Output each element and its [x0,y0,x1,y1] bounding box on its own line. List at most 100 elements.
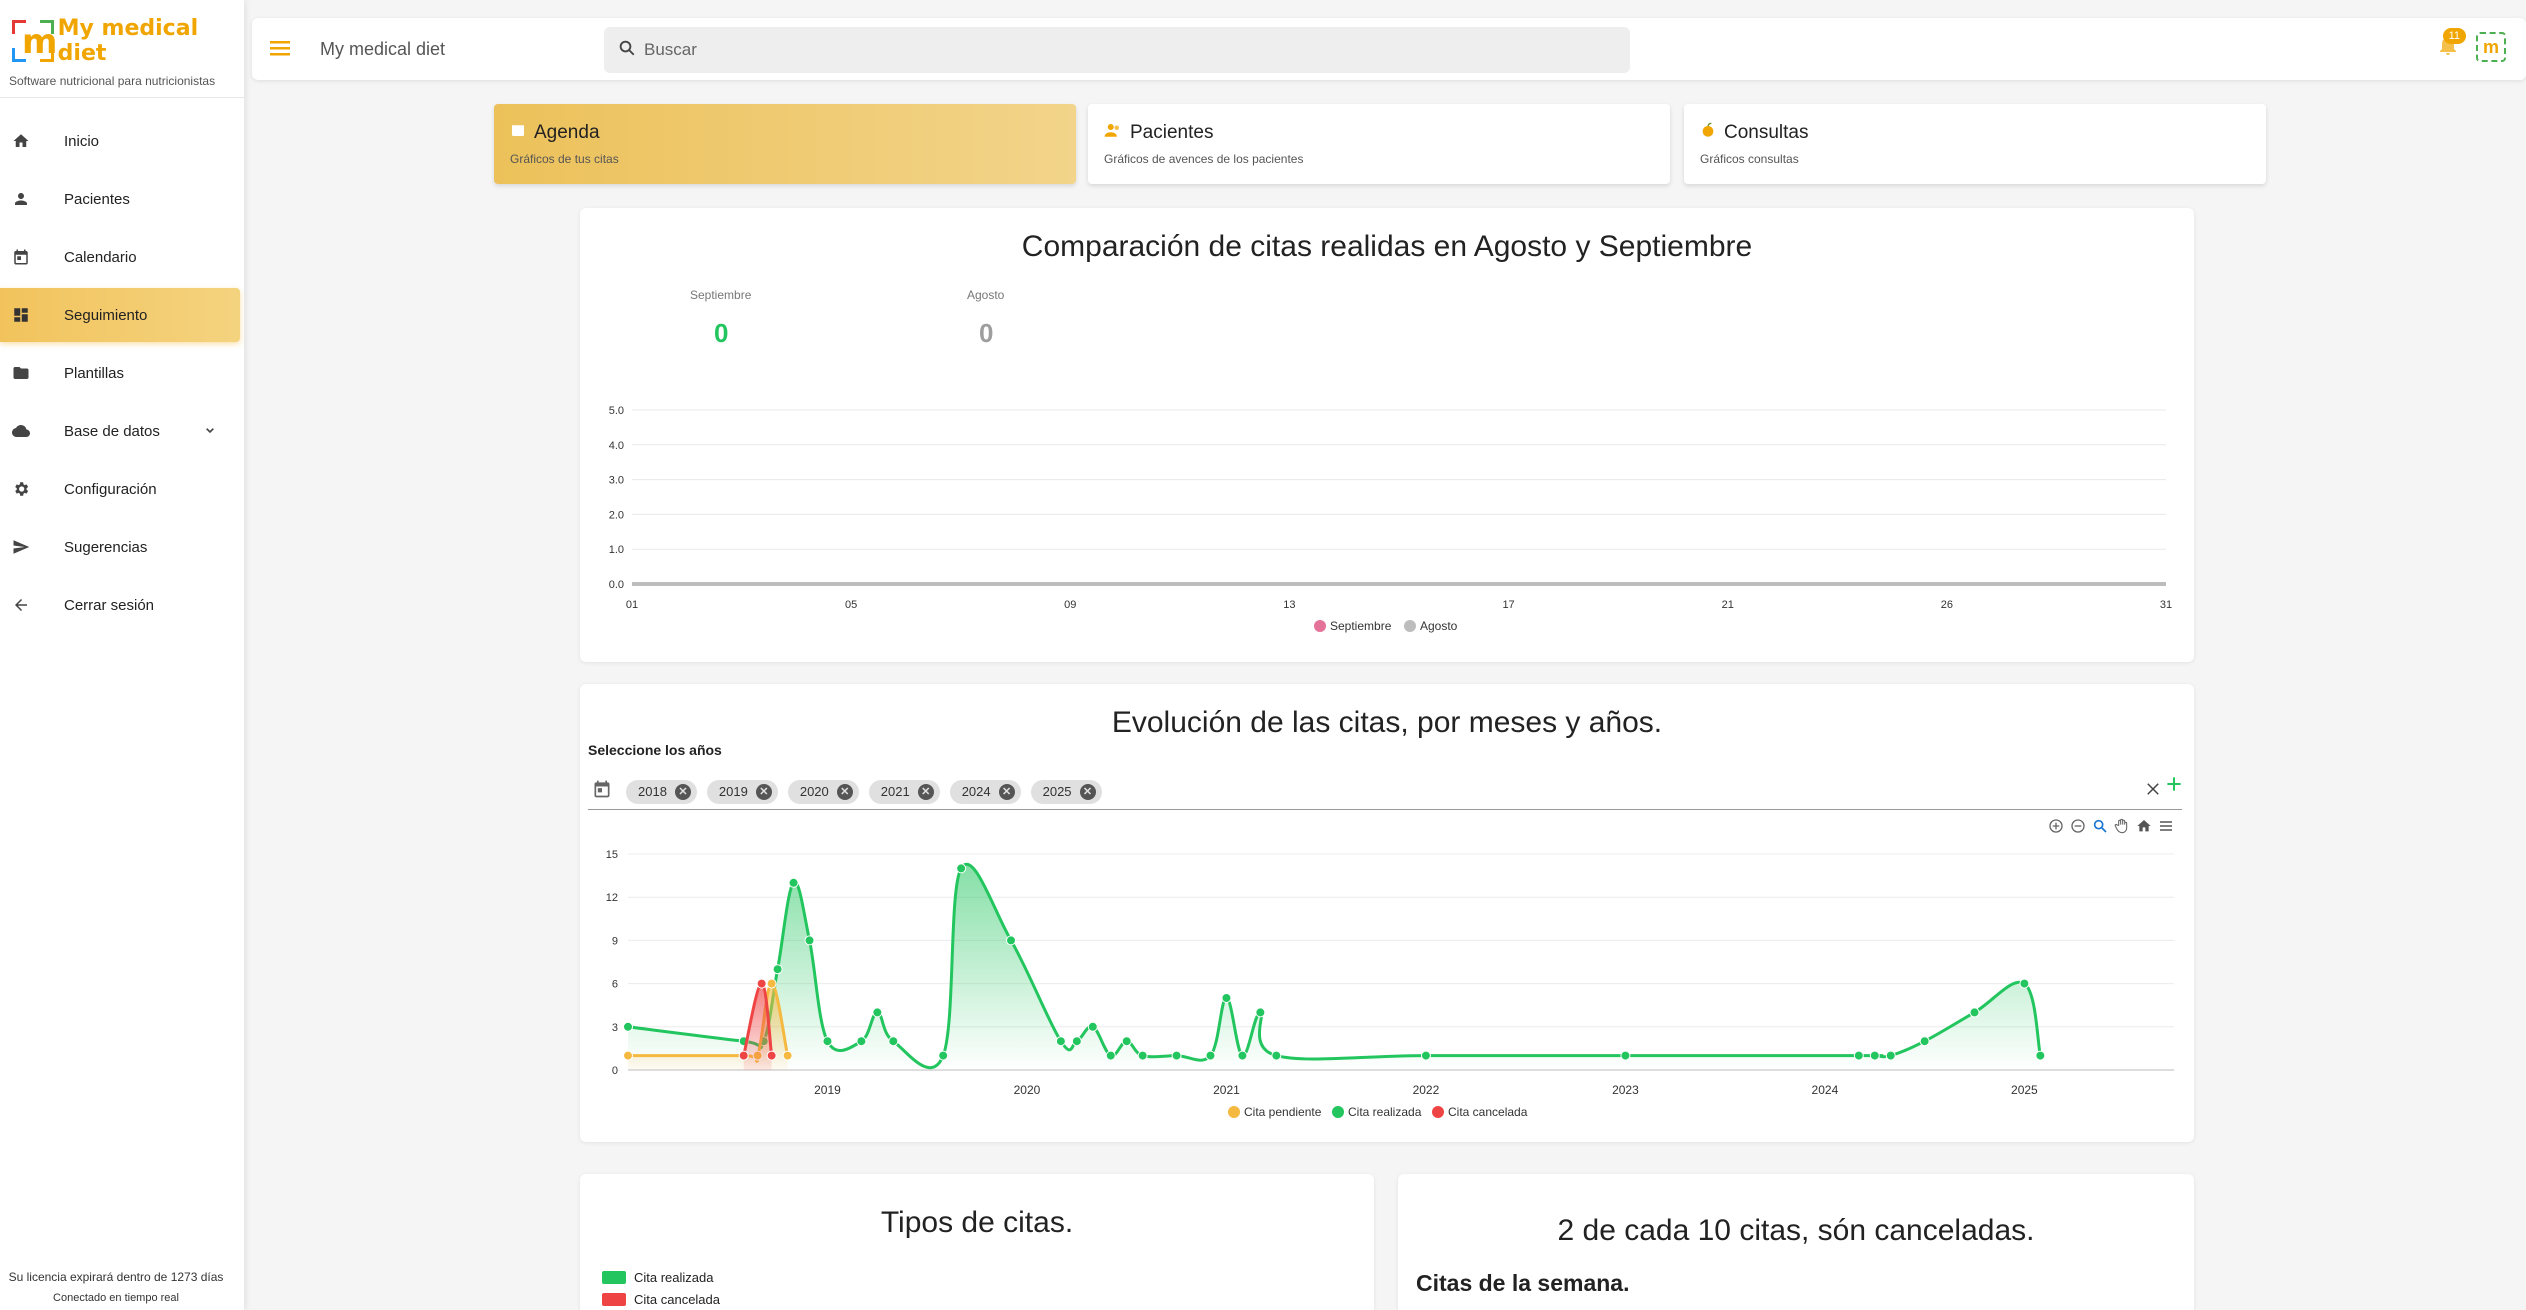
data-point [1969,1007,1980,1018]
data-point [1071,1036,1082,1047]
license-text: Su licencia expirará dentro de 1273 días [8,1270,224,1284]
legend-item[interactable]: Cita cancelada [602,1292,720,1307]
sidebar-item-label: Calendario [64,248,137,266]
sidebar-item-configuracion[interactable]: Configuración [0,462,244,516]
data-point [766,978,777,989]
legend-label: Cita realizada [1348,1105,1422,1119]
series-area [628,864,2041,1070]
data-point [1885,1050,1896,1061]
tab-agenda[interactable]: Agenda Gráficos de tus citas [494,104,1076,184]
data-point [1919,1036,1930,1047]
calendar-icon [10,246,32,268]
tab-title: Agenda [534,122,600,143]
y-tick-label: 2.0 [609,509,624,521]
sidebar-item-label: Sugerencias [64,538,148,556]
chevron-down-icon[interactable] [202,422,218,442]
data-point [766,1050,777,1061]
legend-marker [1228,1106,1240,1118]
arrow-left-icon [10,594,32,616]
sidebar-item-label: Inicio [64,132,100,150]
cloud-icon [10,420,32,442]
data-point [1853,1050,1864,1061]
data-point [856,1036,867,1047]
tab-pacientes[interactable]: Pacientes Gráficos de avences de los pac… [1088,104,1670,184]
data-point [782,1050,793,1061]
y-tick-label: 9 [612,935,618,947]
tab-subtitle: Gráficos de avences de los pacientes [1104,152,1304,166]
x-tick-label: 17 [1502,599,1514,611]
logo-mark-icon: m [12,20,57,62]
y-tick-label: 15 [606,849,618,861]
gear-icon [10,478,32,500]
comparison-chart: 0.0 1.0 2.0 3.0 4.0 5.0 01 05 09 13 17 21 26 31 Septie… [609,405,2172,633]
y-tick-label: 0 [612,1065,618,1077]
avatar[interactable]: m [2476,32,2506,62]
data-point [623,1050,633,1061]
search-input[interactable] [644,40,1544,60]
sidebar-item-cerrar-sesion[interactable]: Cerrar sesión [0,578,244,632]
sidebar-item-label: Base de datos [64,422,160,440]
x-tick-label: 2025 [2011,1083,2038,1097]
y-tick-label: 0.0 [609,579,624,591]
folder-icon [10,362,32,384]
y-tick-label: 6 [612,979,618,991]
legend-marker [1404,620,1416,632]
types-card: Tipos de citas. Cita realizada Cita canc… [580,1174,1374,1310]
data-point [788,877,799,888]
tab-subtitle: Gráficos consultas [1700,152,1799,166]
series-line [627,862,2042,1070]
data-point [1420,1050,1431,1061]
logo[interactable]: m My medical diet Software nutricional p… [0,0,244,98]
search-bar [604,27,1630,73]
cancel-title: 2 de cada 10 citas, són canceladas. [1557,1214,2035,1247]
sidebar: m My medical diet Software nutricional p… [0,0,244,1310]
y-tick-label: 1.0 [609,544,624,556]
y-tick-label: 5.0 [609,405,624,417]
legend-label: Cita pendiente [1244,1105,1322,1119]
sidebar-item-plantillas[interactable]: Plantillas [0,346,244,400]
sidebar-item-sugerencias[interactable]: Sugerencias [0,520,244,574]
tab-title: Pacientes [1130,122,1214,143]
evolution-chart: 0 3 6 9 12 15 2019 2020 2021 2022 2023 2024 2025 Cita… [606,849,2174,1119]
sidebar-item-label: Cerrar sesión [64,596,155,614]
x-tick-label: 2020 [1014,1083,1041,1097]
sidebar-item-inicio[interactable]: Inicio [0,114,244,168]
legend-item[interactable]: Cita realizada [602,1270,714,1285]
data-point [1205,1050,1216,1061]
sidebar-item-pacientes[interactable]: Pacientes [0,172,244,226]
data-point [623,1021,633,1032]
dashboard-icon [10,304,32,326]
y-tick-label: 3.0 [609,475,624,487]
legend-marker [1332,1106,1344,1118]
sidebar-item-base-de-datos[interactable]: Base de datos [0,404,244,458]
tab-subtitle: Gráficos de tus citas [510,152,619,166]
x-tick-label: 05 [845,599,857,611]
sidebar-item-calendario[interactable]: Calendario [0,230,244,284]
week-label: Citas de la semana. [1416,1270,1630,1296]
data-point [1869,1050,1880,1061]
x-tick-label: 26 [1941,599,1953,611]
x-tick-label: 09 [1064,599,1076,611]
types-title: Tipos de citas. [880,1206,1074,1239]
data-point [804,935,815,946]
sidebar-item-seguimiento[interactable]: Seguimiento [0,288,240,342]
data-point [1087,1021,1098,1032]
menu-icon[interactable] [270,38,292,63]
legend-label: Cita cancelada [634,1292,720,1307]
tab-consultas[interactable]: Consultas Gráficos consultas [1684,104,2266,184]
tab-title: Consultas [1724,122,1809,143]
sidebar-item-label: Plantillas [64,364,125,382]
data-point [1105,1050,1116,1061]
data-point [756,978,767,989]
apple-icon [1700,122,1716,144]
data-point [1121,1036,1132,1047]
x-tick-label: 13 [1283,599,1295,611]
data-point [822,1036,833,1047]
x-tick-label: 21 [1722,599,1734,611]
data-point [1221,993,1232,1003]
x-tick-label: 2021 [1213,1083,1240,1097]
x-tick-label: 2019 [814,1083,841,1097]
person-icon [10,188,32,210]
data-point [1137,1050,1148,1061]
data-point [2035,1050,2046,1061]
